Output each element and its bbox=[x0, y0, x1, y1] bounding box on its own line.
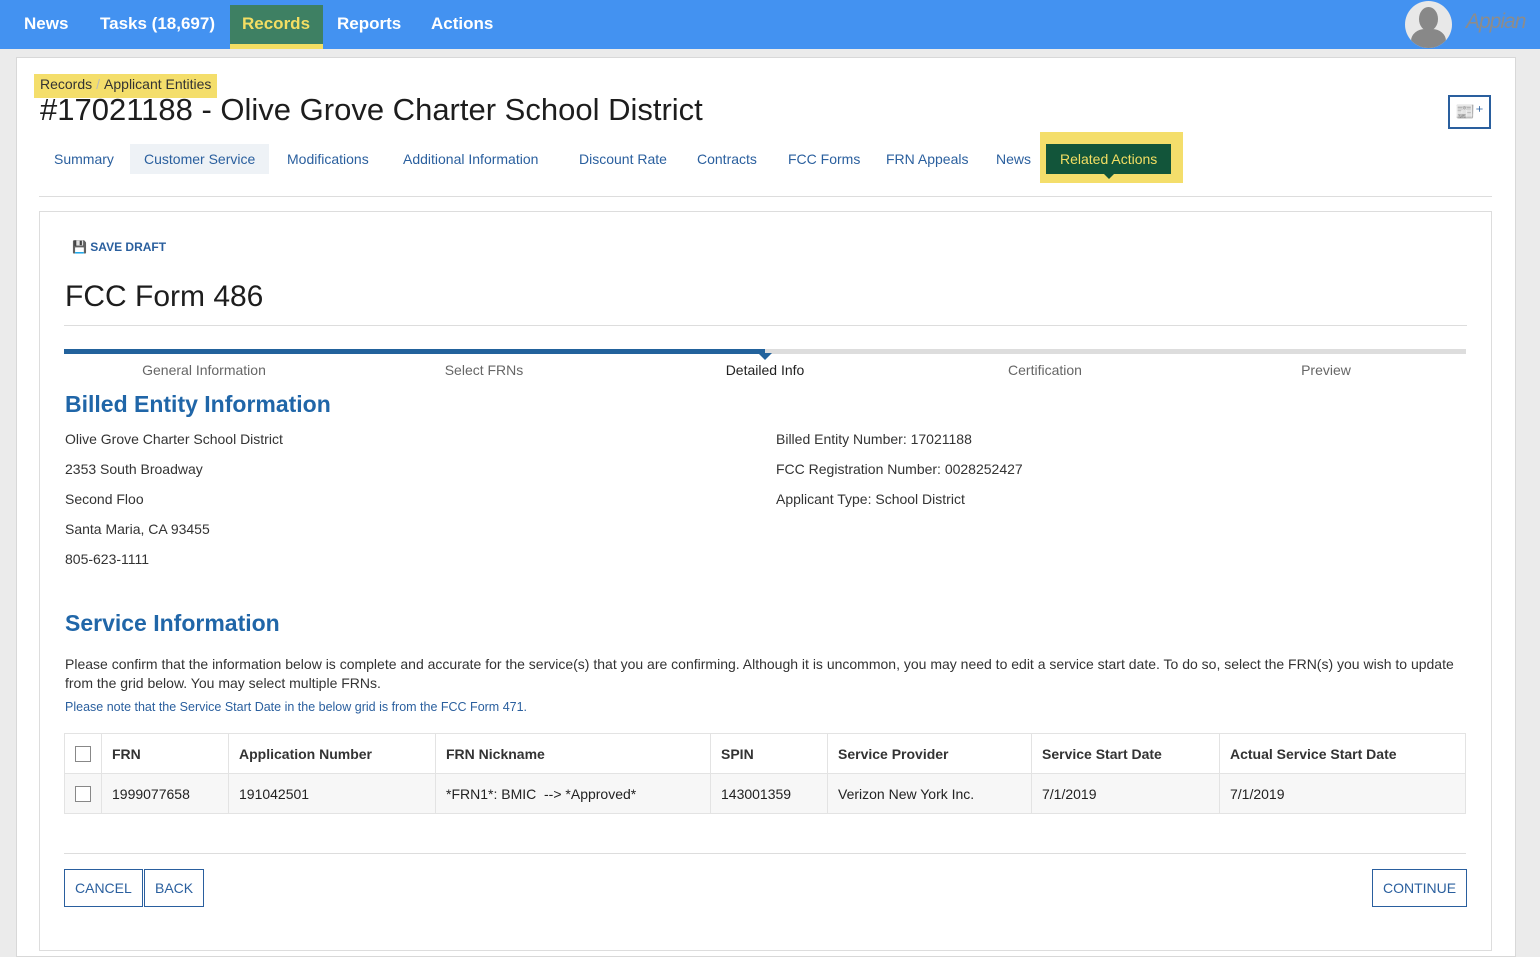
form-title: FCC Form 486 bbox=[65, 280, 264, 313]
cell-frn: 1999077658 bbox=[101, 773, 229, 814]
form-panel bbox=[39, 211, 1492, 951]
nav-reports[interactable]: Reports bbox=[325, 5, 413, 49]
step-progress-bar bbox=[64, 349, 1466, 360]
current-step-marker bbox=[758, 353, 772, 360]
col-spin[interactable]: SPIN bbox=[710, 733, 828, 774]
cancel-button[interactable]: CANCEL bbox=[64, 869, 143, 907]
breadcrumb-records[interactable]: Records bbox=[40, 76, 92, 92]
divider bbox=[39, 196, 1492, 197]
cell-application-number: 191042501 bbox=[228, 773, 436, 814]
col-service-provider[interactable]: Service Provider bbox=[827, 733, 1032, 774]
select-all-checkbox[interactable] bbox=[75, 746, 91, 763]
tab-discount-rate[interactable]: Discount Rate bbox=[565, 144, 681, 174]
divider bbox=[64, 325, 1467, 326]
step-certification: Certification bbox=[1008, 362, 1082, 378]
applicant-type: Applicant Type: School District bbox=[776, 491, 965, 507]
frn-grid: FRN Application Number FRN Nickname SPIN… bbox=[64, 733, 1466, 814]
appian-logo: Appian bbox=[1466, 10, 1526, 33]
continue-button[interactable]: CONTINUE bbox=[1372, 869, 1468, 907]
billed-entity-heading: Billed Entity Information bbox=[65, 391, 331, 417]
service-information-heading: Service Information bbox=[65, 610, 280, 636]
cell-actual-service-start-date: 7/1/2019 bbox=[1219, 773, 1466, 814]
nav-tasks[interactable]: Tasks (18,697) bbox=[88, 5, 227, 49]
tab-related-actions[interactable]: Related Actions bbox=[1046, 144, 1172, 179]
divider bbox=[64, 853, 1466, 854]
tab-modifications[interactable]: Modifications bbox=[273, 144, 383, 174]
tab-summary[interactable]: Summary bbox=[40, 144, 128, 174]
col-frn[interactable]: FRN bbox=[101, 733, 229, 774]
news-feed-button[interactable]: 📰⁺ bbox=[1448, 95, 1491, 129]
tab-fcc-forms[interactable]: FCC Forms bbox=[774, 144, 874, 174]
news-add-icon: 📰⁺ bbox=[1455, 104, 1484, 121]
tab-frn-appeals[interactable]: FRN Appeals bbox=[872, 144, 982, 174]
step-select-frns: Select FRNs bbox=[444, 362, 524, 378]
entity-name: Olive Grove Charter School District bbox=[65, 431, 283, 447]
service-note: Please note that the Service Start Date … bbox=[65, 700, 528, 714]
tab-customer-service[interactable]: Customer Service bbox=[130, 144, 270, 174]
address-line-1: 2353 South Broadway bbox=[65, 461, 203, 477]
nav-news[interactable]: News bbox=[12, 5, 80, 49]
tab-news[interactable]: News bbox=[982, 144, 1045, 174]
breadcrumb-applicant-entities[interactable]: Applicant Entities bbox=[104, 76, 211, 92]
nav-records[interactable]: Records bbox=[230, 5, 323, 49]
row-checkbox[interactable] bbox=[75, 786, 91, 803]
user-avatar[interactable] bbox=[1405, 1, 1452, 48]
cell-spin: 143001359 bbox=[710, 773, 828, 814]
col-service-start-date[interactable]: Service Start Date bbox=[1031, 733, 1220, 774]
tab-contracts[interactable]: Contracts bbox=[683, 144, 771, 174]
service-instructions: Please confirm that the information belo… bbox=[65, 656, 1454, 691]
tab-additional-information[interactable]: Additional Information bbox=[389, 144, 552, 174]
floppy-disk-icon: 💾 bbox=[72, 240, 87, 254]
table-row: 1999077658 191042501 *FRN1*: BMIC --> *A… bbox=[64, 773, 1466, 814]
phone: 805-623-1111 bbox=[65, 551, 150, 567]
step-general-information: General Information bbox=[142, 362, 266, 378]
step-preview: Preview bbox=[1301, 362, 1351, 378]
progress-fill bbox=[64, 349, 765, 354]
cell-service-provider: Verizon New York Inc. bbox=[827, 773, 1032, 814]
cell-frn-nickname: *FRN1*: BMIC --> *Approved* bbox=[435, 773, 711, 814]
city-state-zip: Santa Maria, CA 93455 bbox=[65, 521, 210, 537]
fcc-registration-number: FCC Registration Number: 0028252427 bbox=[776, 461, 1023, 477]
page-title: #17021188 - Olive Grove Charter School D… bbox=[40, 92, 703, 127]
step-detailed-info: Detailed Info bbox=[725, 362, 805, 378]
save-draft-button[interactable]: 💾 SAVE DRAFT bbox=[72, 240, 166, 254]
nav-actions[interactable]: Actions bbox=[419, 5, 505, 49]
cell-service-start-date: 7/1/2019 bbox=[1031, 773, 1220, 814]
col-application-number[interactable]: Application Number bbox=[228, 733, 436, 774]
address-line-2: Second Floo bbox=[65, 491, 144, 507]
save-draft-label: SAVE DRAFT bbox=[90, 240, 167, 254]
col-actual-service-start-date[interactable]: Actual Service Start Date bbox=[1219, 733, 1466, 774]
back-button[interactable]: BACK bbox=[144, 869, 205, 907]
billed-entity-number: Billed Entity Number: 17021188 bbox=[776, 431, 972, 447]
col-frn-nickname[interactable]: FRN Nickname bbox=[435, 733, 711, 774]
